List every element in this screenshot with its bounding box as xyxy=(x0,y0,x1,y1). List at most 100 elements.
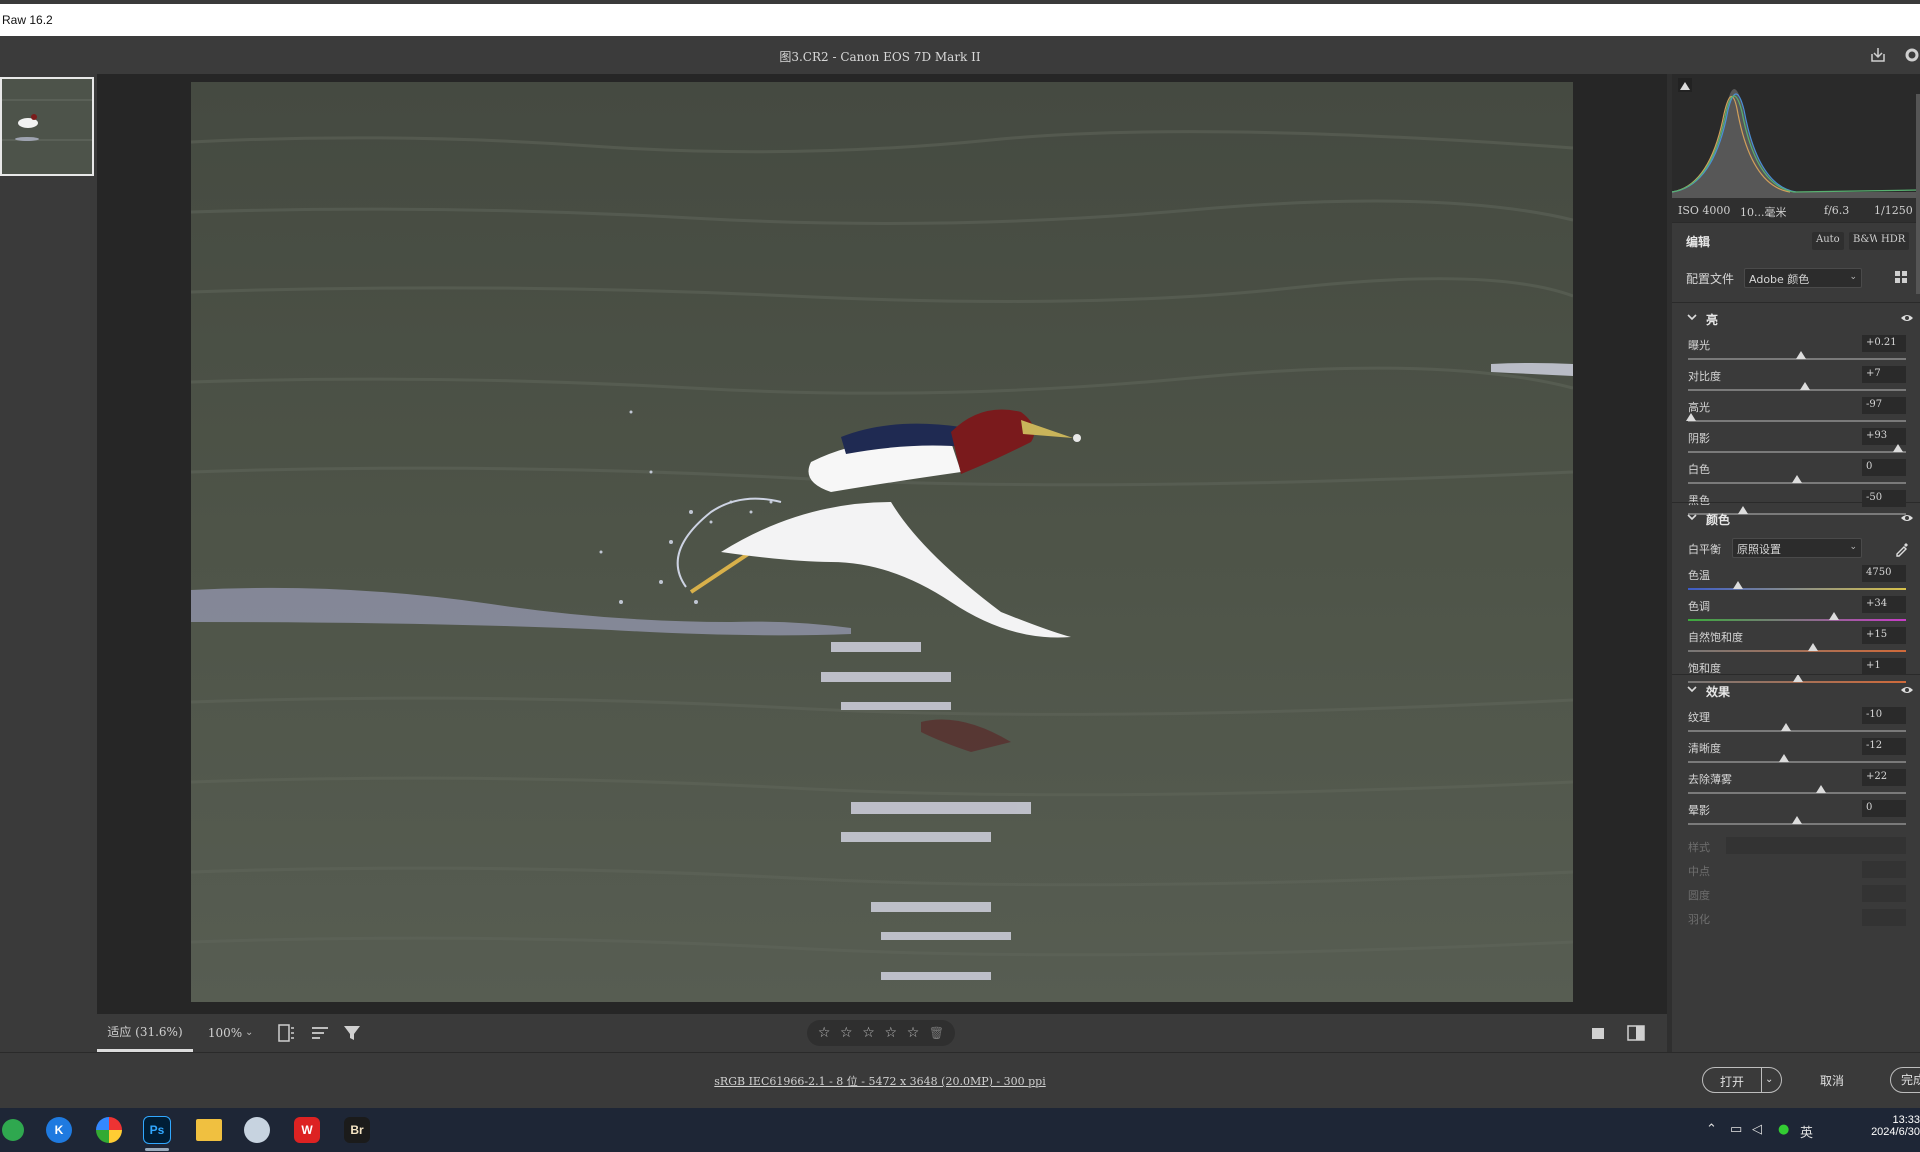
app-tray-icon[interactable]: ● xyxy=(1778,1122,1789,1137)
slider-track[interactable] xyxy=(1688,451,1906,453)
slider-value-input[interactable]: 0 xyxy=(1862,800,1906,817)
photoshop-icon[interactable]: Ps xyxy=(143,1116,171,1144)
wps-icon[interactable]: W xyxy=(294,1117,320,1143)
save-icon[interactable] xyxy=(1868,45,1888,65)
zoom-fit-button[interactable]: 适应 (31.6%) xyxy=(97,1014,193,1052)
auto-button[interactable]: Auto xyxy=(1812,232,1844,250)
slider-thumb[interactable] xyxy=(1799,382,1810,390)
clock[interactable]: 13:33 2024/6/30 xyxy=(1860,1114,1920,1138)
slider-thumb[interactable] xyxy=(1815,785,1826,793)
slider-value-input[interactable]: -12 xyxy=(1862,738,1906,755)
slider-thumb[interactable] xyxy=(1796,351,1807,359)
trash-icon[interactable]: 🗑 xyxy=(929,1026,944,1040)
effects-section-header[interactable]: 效果 xyxy=(1672,675,1920,705)
slider-track[interactable] xyxy=(1688,730,1906,732)
slider-row[interactable]: 色调 +34 xyxy=(1672,594,1920,625)
slider-value-input[interactable]: 0 xyxy=(1862,459,1906,476)
slider-track[interactable] xyxy=(1688,792,1906,794)
slider-thumb[interactable] xyxy=(1829,612,1840,620)
slider-thumb[interactable] xyxy=(1778,754,1789,762)
eye-icon[interactable] xyxy=(1900,684,1914,696)
slider-row[interactable]: 对比度 +7 xyxy=(1672,364,1920,395)
single-view-icon[interactable] xyxy=(1587,1022,1609,1044)
workflow-options-link[interactable]: sRGB IEC61966-2.1 - 8 位 - 5472 x 3648 (2… xyxy=(0,1073,1760,1089)
slider-track[interactable] xyxy=(1688,619,1906,621)
chevron-down-icon[interactable] xyxy=(1686,683,1698,695)
paint-icon[interactable] xyxy=(244,1117,270,1143)
slider-thumb[interactable] xyxy=(1808,643,1819,651)
image-canvas[interactable] xyxy=(97,74,1667,1014)
network-icon[interactable]: ▭ xyxy=(1730,1122,1742,1137)
profile-select[interactable]: Adobe 颜色 ⌄ xyxy=(1744,268,1862,288)
slider-value-input[interactable]: +15 xyxy=(1862,627,1906,644)
profile-browser-icon[interactable] xyxy=(1894,270,1908,284)
open-button[interactable]: 打开 ⌄ xyxy=(1702,1067,1782,1093)
slider-track[interactable] xyxy=(1688,761,1906,763)
eye-icon[interactable] xyxy=(1900,312,1914,324)
star-icon[interactable]: ☆ xyxy=(818,1025,831,1041)
slider-row[interactable]: 清晰度 -12 xyxy=(1672,736,1920,767)
star-icon[interactable]: ☆ xyxy=(907,1025,920,1041)
filmstrip-thumbnail[interactable] xyxy=(0,77,94,176)
slider-value-input[interactable]: +0.21 xyxy=(1862,335,1906,352)
star-icon[interactable]: ☆ xyxy=(862,1025,875,1041)
slider-value-input[interactable]: +1 xyxy=(1862,658,1906,675)
slider-track[interactable] xyxy=(1688,650,1906,652)
cancel-button[interactable]: 取消 xyxy=(1820,1072,1844,1089)
star-icon[interactable]: ☆ xyxy=(840,1025,853,1041)
bridge-icon[interactable]: Br xyxy=(344,1117,370,1143)
filter-icon[interactable] xyxy=(341,1022,363,1044)
star-icon[interactable]: ☆ xyxy=(884,1025,897,1041)
slider-thumb[interactable] xyxy=(1792,816,1802,824)
slider-track[interactable] xyxy=(1688,389,1906,391)
slider-row[interactable]: 色温 4750 xyxy=(1672,563,1920,594)
chevron-down-icon[interactable] xyxy=(1686,511,1698,523)
slider-thumb[interactable] xyxy=(1792,475,1802,483)
filmstrip-toggle-icon[interactable] xyxy=(275,1022,297,1044)
slider-row[interactable]: 晕影 0 xyxy=(1672,798,1920,829)
eye-icon[interactable] xyxy=(1900,512,1914,524)
slider-row[interactable]: 白色 0 xyxy=(1672,457,1920,488)
slider-value-input[interactable]: +93 xyxy=(1862,428,1906,445)
done-button[interactable]: 完成 xyxy=(1890,1067,1920,1093)
slider-track[interactable] xyxy=(1688,588,1906,590)
photo-preview[interactable] xyxy=(191,82,1573,1002)
slider-row[interactable]: 自然饱和度 +15 xyxy=(1672,625,1920,656)
slider-thumb[interactable] xyxy=(1781,723,1792,731)
slider-thumb[interactable] xyxy=(1893,444,1904,452)
slider-value-input[interactable]: 4750 xyxy=(1862,565,1906,582)
slider-row[interactable]: 曝光 +0.21 xyxy=(1672,333,1920,364)
slider-value-input[interactable]: +34 xyxy=(1862,596,1906,613)
slider-thumb[interactable] xyxy=(1733,581,1744,589)
star-rating[interactable]: ☆ ☆ ☆ ☆ ☆ 🗑 xyxy=(807,1020,955,1046)
slider-value-input[interactable]: -97 xyxy=(1862,397,1906,414)
gear-icon[interactable] xyxy=(1902,45,1920,65)
chevron-down-icon[interactable]: ⌄ xyxy=(1765,1074,1773,1085)
volume-icon[interactable]: ◁ xyxy=(1752,1122,1762,1137)
slider-row[interactable]: 阴影 +93 xyxy=(1672,426,1920,457)
browser-icon[interactable] xyxy=(2,1119,24,1141)
slider-thumb[interactable] xyxy=(1686,413,1697,421)
kugou-icon[interactable]: K xyxy=(46,1117,72,1143)
slider-track[interactable] xyxy=(1688,420,1906,422)
zoom-dropdown-icon[interactable]: ⌄ xyxy=(245,1014,261,1052)
slider-value-input[interactable]: +22 xyxy=(1862,769,1906,786)
light-section-header[interactable]: 亮 xyxy=(1672,303,1920,333)
slider-row[interactable]: 去除薄雾 +22 xyxy=(1672,767,1920,798)
slider-row[interactable]: 高光 -97 xyxy=(1672,395,1920,426)
chevron-up-icon[interactable]: ⌃ xyxy=(1706,1122,1717,1137)
color-section-header[interactable]: 颜色 xyxy=(1672,503,1920,533)
white-balance-select[interactable]: 原照设置 ⌄ xyxy=(1732,538,1862,558)
hdr-button[interactable]: HDR xyxy=(1877,232,1910,250)
ime-indicator[interactable]: 英 xyxy=(1800,1122,1813,1141)
compare-view-icon[interactable] xyxy=(1625,1022,1647,1044)
slider-value-input[interactable]: -10 xyxy=(1862,707,1906,724)
slider-row[interactable]: 纹理 -10 xyxy=(1672,705,1920,736)
folder-icon[interactable] xyxy=(196,1119,222,1141)
chrome-icon[interactable] xyxy=(96,1117,122,1143)
chevron-down-icon[interactable] xyxy=(1686,311,1698,323)
eyedropper-icon[interactable] xyxy=(1894,541,1910,557)
sort-icon[interactable] xyxy=(309,1022,331,1044)
slider-value-input[interactable]: +7 xyxy=(1862,366,1906,383)
panel-scrollbar[interactable] xyxy=(1916,94,1920,294)
